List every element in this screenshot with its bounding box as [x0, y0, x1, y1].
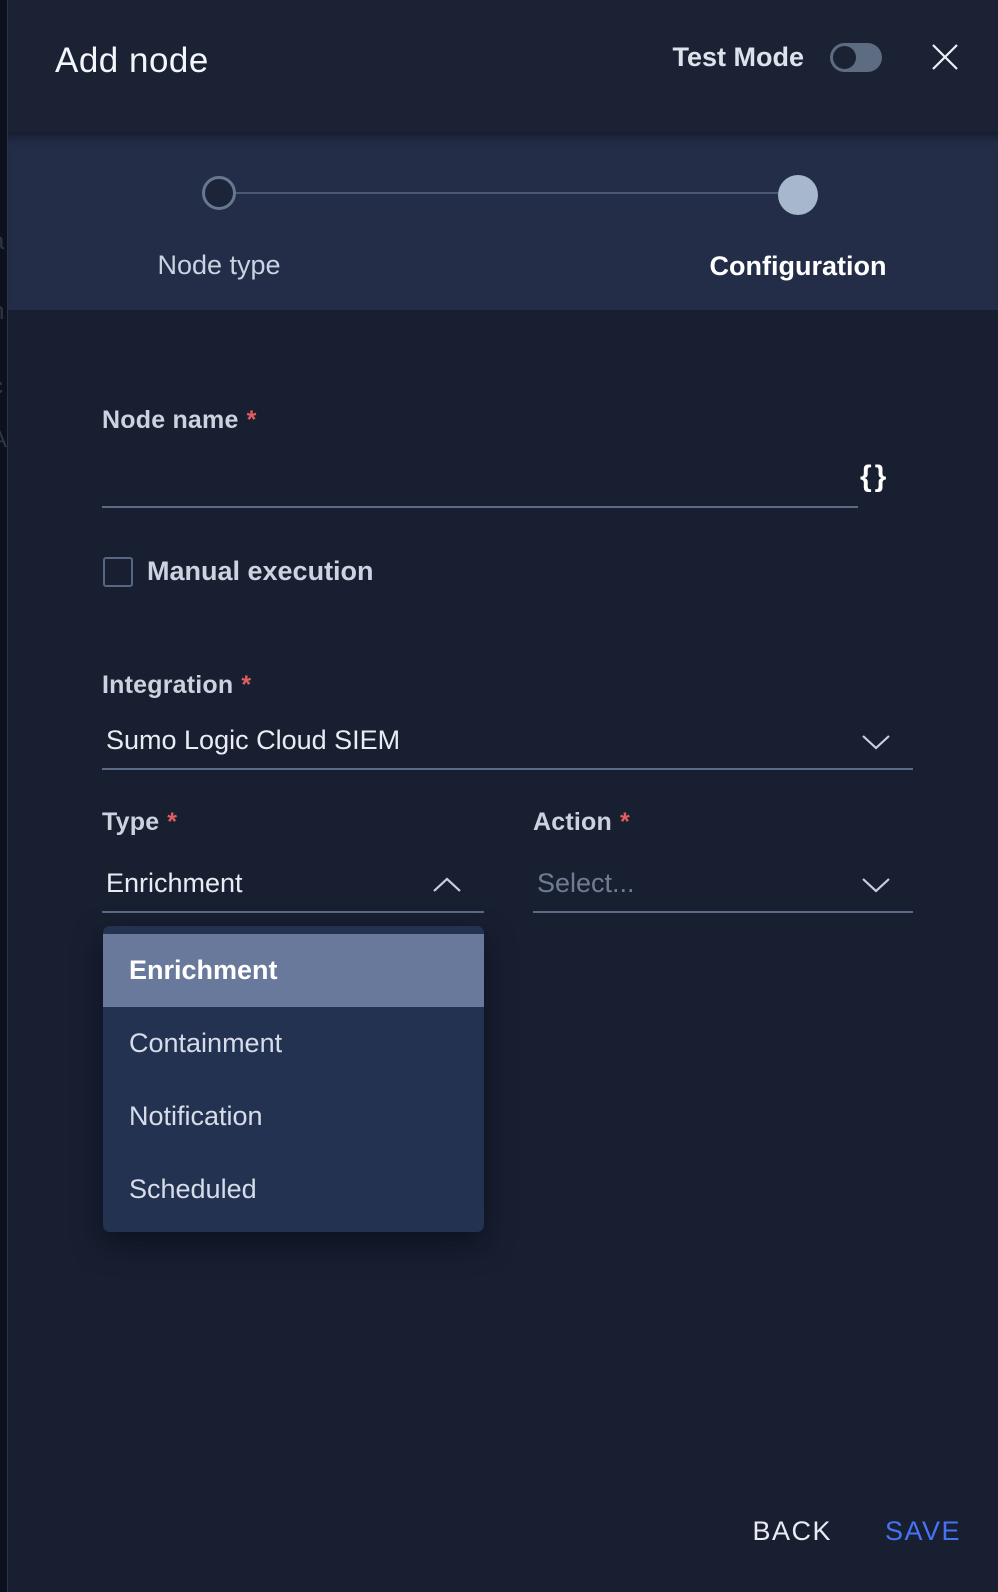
close-icon[interactable] — [930, 42, 960, 72]
screen: a n c A r Add node Test Mode — [0, 0, 998, 1592]
header-controls: Test Mode — [672, 42, 960, 73]
label-text: Node name — [102, 406, 239, 434]
step-dot-active — [778, 175, 818, 215]
modal-header: Add node Test Mode — [8, 0, 998, 132]
background-text-fragment: a — [0, 230, 8, 254]
stepper: Node type Configuration — [8, 132, 998, 310]
background-page-sliver: a n c A r — [0, 0, 8, 1592]
node-name-input[interactable] — [102, 462, 858, 506]
test-mode-label: Test Mode — [672, 42, 804, 73]
modal-title: Add node — [55, 41, 209, 81]
type-label: Type * — [102, 808, 177, 837]
manual-execution-row[interactable]: Manual execution — [103, 556, 374, 587]
back-button[interactable]: BACK — [752, 1516, 832, 1547]
required-asterisk: * — [247, 406, 257, 434]
toggle-knob — [833, 46, 856, 69]
action-placeholder: Select... — [537, 868, 635, 899]
step-dot-completed — [202, 176, 236, 210]
step-configuration[interactable]: Configuration — [678, 132, 918, 282]
required-asterisk: * — [167, 808, 177, 836]
step-node-type[interactable]: Node type — [99, 132, 339, 281]
configuration-form: Node name * {} Manual execution Integrati… — [8, 310, 998, 1592]
chevron-down-icon — [861, 734, 891, 750]
dropdown-option-notification[interactable]: Notification — [103, 1080, 484, 1153]
background-text-fragment: r — [0, 512, 8, 536]
background-text-fragment: c — [0, 375, 8, 399]
node-name-field — [102, 462, 858, 508]
dropdown-option-containment[interactable]: Containment — [103, 1007, 484, 1080]
manual-execution-checkbox[interactable] — [103, 557, 133, 587]
integration-select[interactable]: Sumo Logic Cloud SIEM — [102, 718, 913, 770]
label-text: Action — [533, 808, 612, 836]
background-text-fragment: A — [0, 428, 8, 452]
test-mode-toggle[interactable] — [830, 43, 882, 72]
add-node-modal: Add node Test Mode Node type — [8, 0, 998, 1592]
background-text-fragment: n — [0, 300, 8, 324]
integration-label: Integration * — [102, 671, 251, 700]
manual-execution-label: Manual execution — [147, 556, 374, 587]
type-select[interactable]: Enrichment — [102, 861, 484, 913]
chevron-up-icon — [432, 877, 462, 893]
step-label: Configuration — [678, 251, 918, 282]
chevron-down-icon — [861, 877, 891, 893]
action-label: Action * — [533, 808, 630, 837]
step-label: Node type — [99, 250, 339, 281]
required-asterisk: * — [241, 671, 251, 699]
dropdown-option-enrichment[interactable]: Enrichment — [103, 934, 484, 1007]
required-asterisk: * — [620, 808, 630, 836]
dropdown-option-scheduled[interactable]: Scheduled — [103, 1153, 484, 1226]
label-text: Integration — [102, 671, 233, 699]
type-dropdown-menu: Enrichment Containment Notification Sche… — [103, 926, 484, 1232]
insert-variable-icon[interactable]: {} — [860, 460, 889, 494]
type-value: Enrichment — [106, 868, 243, 899]
action-select[interactable]: Select... — [533, 861, 913, 913]
node-name-label: Node name * — [102, 406, 257, 435]
save-button[interactable]: SAVE — [885, 1516, 961, 1547]
modal-footer: BACK SAVE — [752, 1516, 961, 1547]
integration-value: Sumo Logic Cloud SIEM — [106, 725, 400, 756]
label-text: Type — [102, 808, 159, 836]
